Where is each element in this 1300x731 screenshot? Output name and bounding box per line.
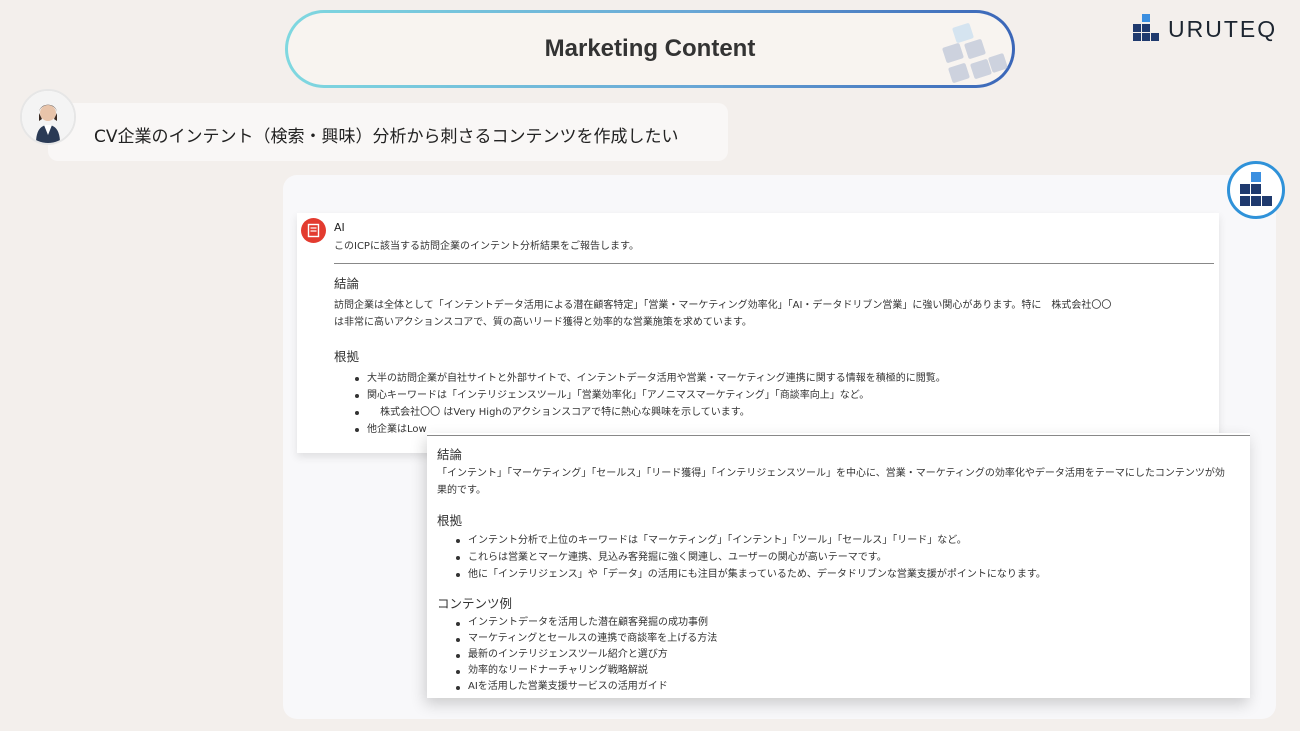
stacked-blocks-icon <box>1133 14 1159 41</box>
page-title-banner: Marketing Content <box>285 10 1015 88</box>
content-examples-list: インテントデータを活用した潜在顧客発掘の成功事例 マーケティングとセールスの連携… <box>456 615 717 695</box>
brand-name: URUTEQ <box>1168 16 1278 42</box>
user-avatar <box>20 89 76 145</box>
stacked-blocks-icon <box>1240 172 1272 206</box>
conclusion-heading: 結論 <box>334 276 360 291</box>
ai-response-card-detail: 結論 「インテント」「マーケティング」「セールス」「リード獲得」「インテリジェン… <box>427 433 1250 698</box>
evidence-list: インテント分析で上位のキーワードは「マーケティング」「インテント」「ツール」「セ… <box>456 532 1046 583</box>
list-item: インテント分析で上位のキーワードは「マーケティング」「インテント」「ツール」「セ… <box>456 532 1046 549</box>
user-prompt-bubble: CV企業のインテント（検索・興味）分析から刺さるコンテンツを作成したい <box>48 103 728 161</box>
user-prompt-text: CV企業のインテント（検索・興味）分析から刺さるコンテンツを作成したい <box>94 127 679 147</box>
list-item: 効率的なリードナーチャリング戦略解説 <box>456 663 717 679</box>
evidence-list: 大半の訪問企業が自社サイトと外部サイトで、インテントデータ活用や営業・マーケティ… <box>355 370 946 438</box>
list-item: これらは営業とマーケ連携、見込み客発掘に強く関連し、ユーザーの関心が高いテーマで… <box>456 549 1046 566</box>
list-item: インテントデータを活用した潜在顧客発掘の成功事例 <box>456 615 717 631</box>
sender-name: AI <box>334 221 345 234</box>
evidence-heading: 根拠 <box>334 349 360 364</box>
conclusion-line: 「インテント」「マーケティング」「セールス」「リード獲得」「インテリジェンスツー… <box>437 468 1225 479</box>
response-intro: このICPに該当する訪問企業のインテント分析結果をご報告します。 <box>334 241 639 252</box>
document-icon <box>301 218 326 243</box>
conclusion-line: 果的です。 <box>437 485 486 496</box>
person-avatar-icon <box>22 91 74 143</box>
list-item: AIを活用した営業支援サービスの活用ガイド <box>456 679 717 695</box>
ai-response-card: AI このICPに該当する訪問企業のインテント分析結果をご報告します。 結論 訪… <box>297 213 1219 453</box>
list-item: 関心キーワードは「インテリジェンスツール」「営業効率化」「アノニマスマーケティン… <box>355 387 946 404</box>
list-item: マーケティングとセールスの連携で商談率を上げる方法 <box>456 631 717 647</box>
list-item: 大半の訪問企業が自社サイトと外部サイトで、インテントデータ活用や営業・マーケティ… <box>355 370 946 387</box>
content-examples-heading: コンテンツ例 <box>437 596 513 611</box>
assistant-avatar <box>1227 161 1285 219</box>
list-item: 最新のインテリジェンスツール紹介と選び方 <box>456 647 717 663</box>
conclusion-line: 訪問企業は全体として「インテントデータ活用による潜在顧客特定」「営業・マーケティ… <box>334 300 1112 311</box>
conclusion-heading: 結論 <box>437 447 463 462</box>
list-item: 他に「インテリジェンス」や「データ」の活用にも注目が集まっているため、データドリ… <box>456 566 1046 583</box>
page-title: Marketing Content <box>544 35 756 62</box>
list-item: 株式会社〇〇 はVery Highのアクションスコアで特に熱心な興味を示していま… <box>355 404 946 421</box>
conclusion-line: は非常に高いアクションスコアで、質の高いリード獲得と効率的な営業施策を求めていま… <box>334 317 752 328</box>
evidence-heading: 根拠 <box>437 513 463 528</box>
stacked-blocks-icon <box>942 23 1008 83</box>
divider <box>427 435 1250 436</box>
divider <box>334 263 1214 264</box>
